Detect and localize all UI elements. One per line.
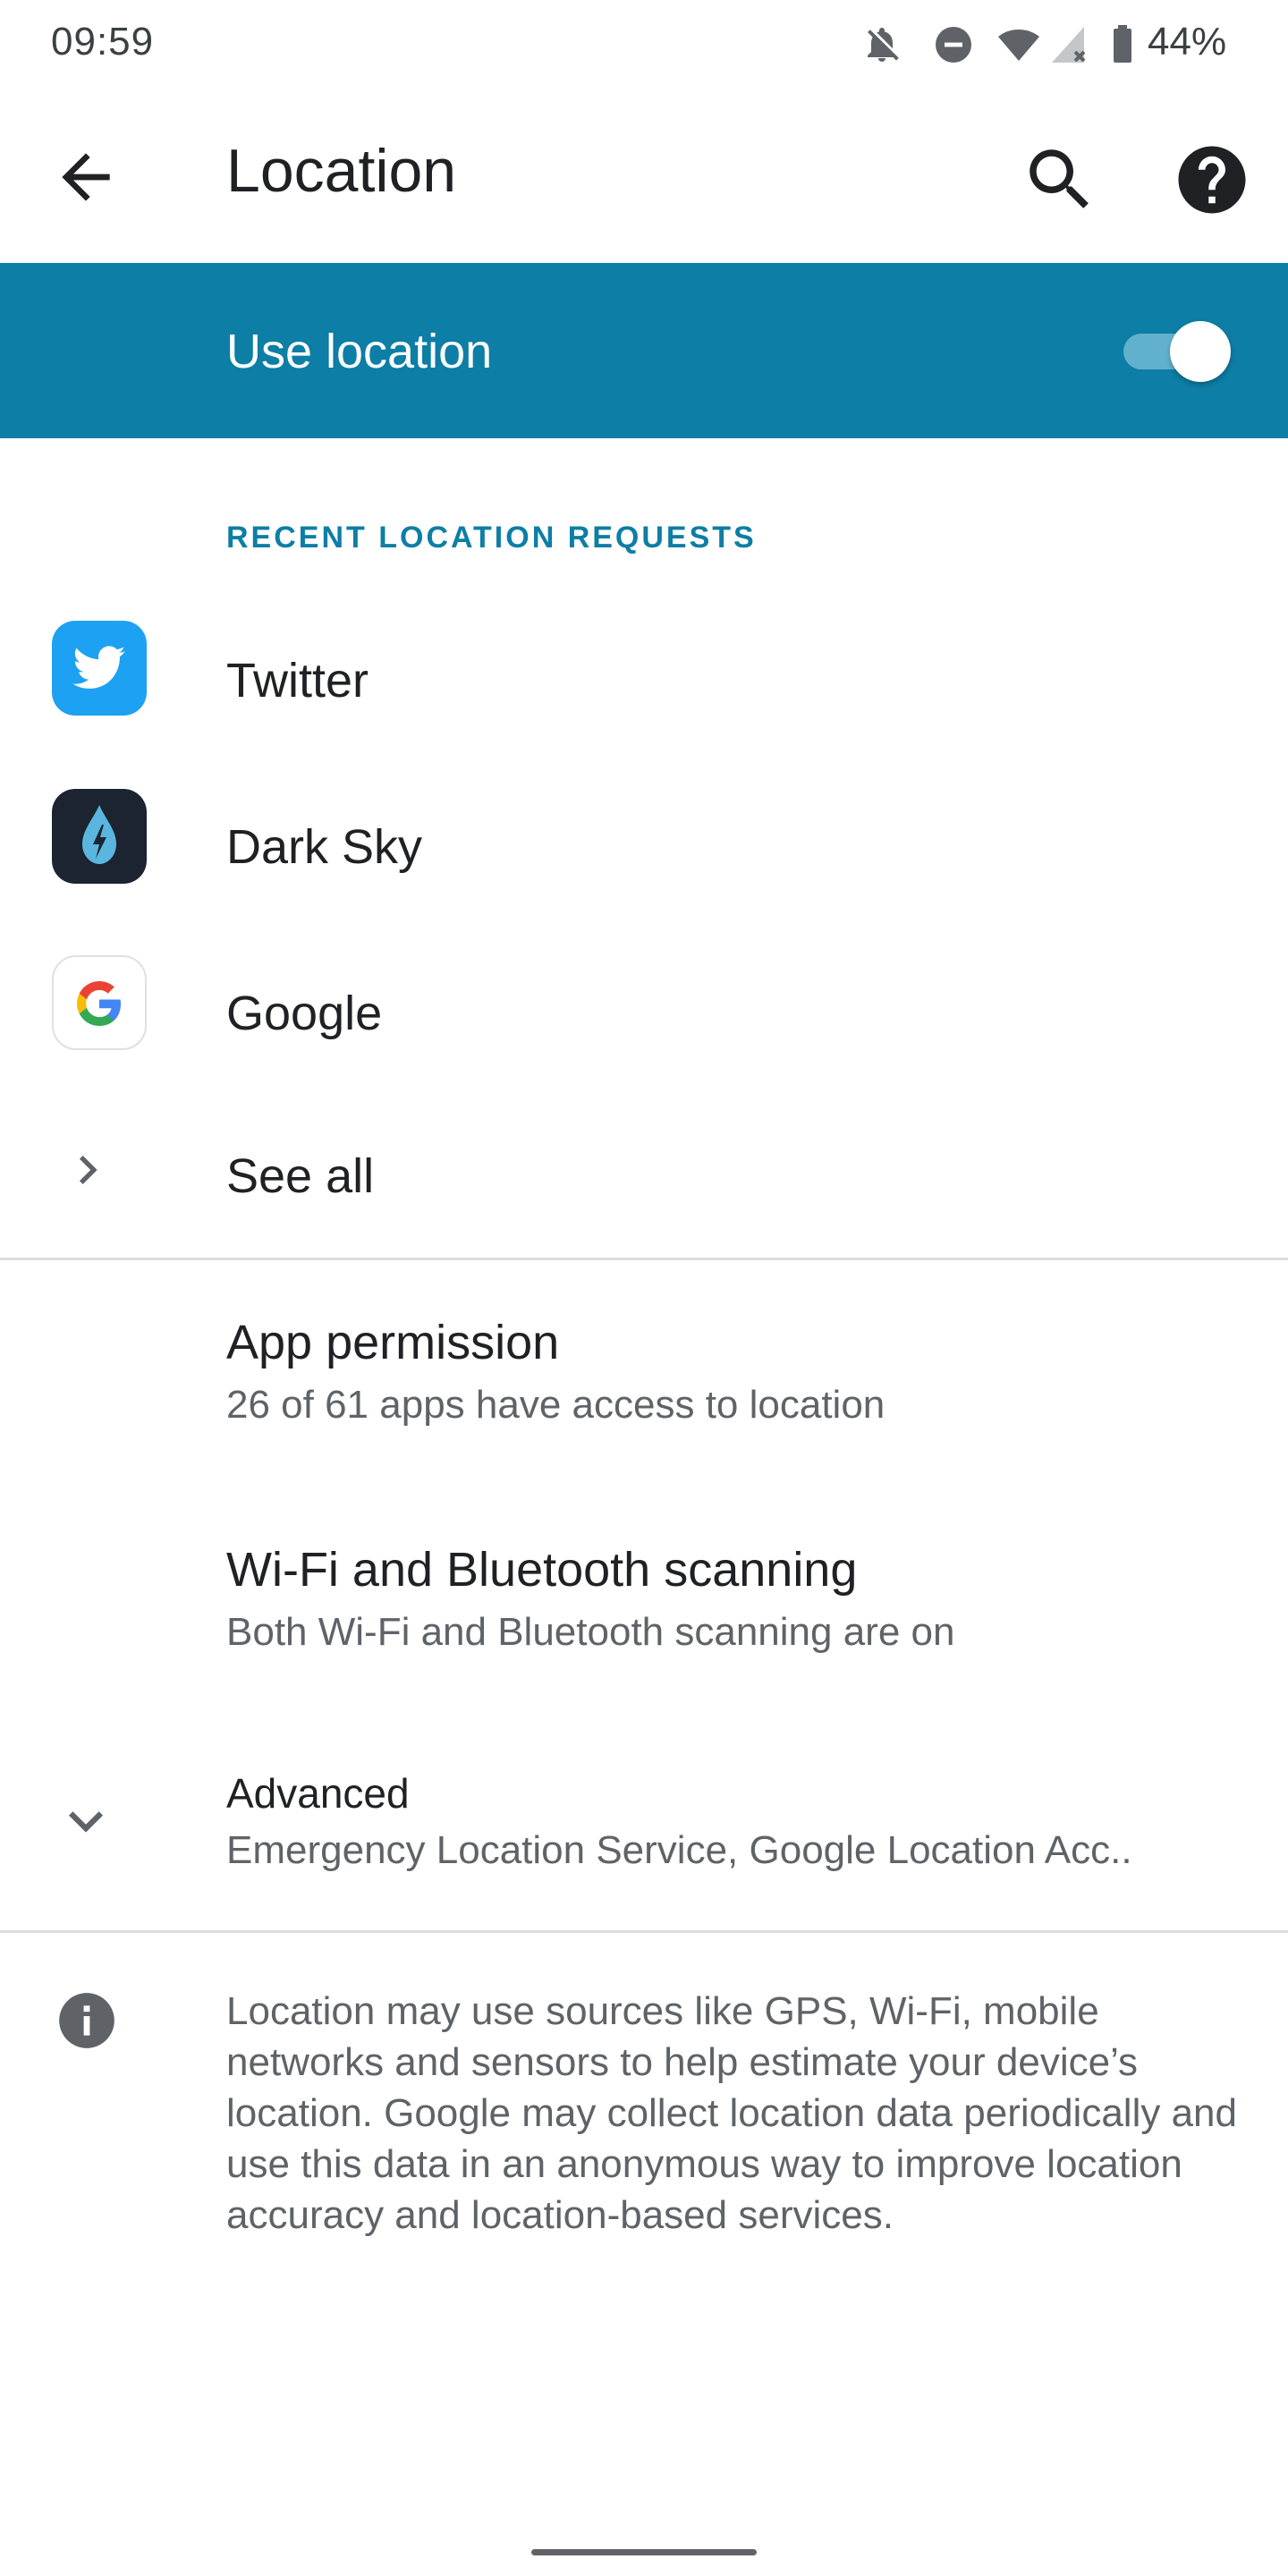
app-permission-row[interactable]: App permission 26 of 61 apps have access… <box>0 1261 1288 1488</box>
chevron-right-icon <box>79 1156 97 1184</box>
back-arrow-icon[interactable] <box>50 141 122 213</box>
use-location-label: Use location <box>226 325 493 378</box>
list-item-google[interactable]: Google <box>0 934 1288 1104</box>
app-permission-title: App permission <box>226 1316 560 1369</box>
signal-no-data-icon <box>1052 27 1086 63</box>
see-all-label: See all <box>226 1149 375 1203</box>
help-icon[interactable] <box>1172 140 1252 220</box>
search-icon[interactable] <box>1020 140 1100 220</box>
app-bar: Location <box>0 89 1288 263</box>
status-bar: 09:59 44% <box>0 0 1288 89</box>
info-icon <box>59 1993 114 2048</box>
page-title: Location <box>226 137 457 205</box>
advanced-title: Advanced <box>226 1770 410 1817</box>
do-not-disturb-icon <box>936 27 971 63</box>
scanning-title: Wi-Fi and Bluetooth scanning <box>226 1543 858 1597</box>
app-label-google: Google <box>226 987 383 1040</box>
status-time: 09:59 <box>51 20 155 64</box>
chevron-down-icon <box>69 1811 103 1833</box>
google-icon <box>52 955 147 1050</box>
scanning-subtitle: Both Wi-Fi and Bluetooth scanning are on <box>226 1610 955 1654</box>
twitter-icon <box>52 621 147 716</box>
battery-percentage: 44% <box>1148 20 1227 64</box>
list-item-dark-sky[interactable]: Dark Sky <box>0 766 1288 934</box>
battery-icon <box>1114 25 1131 63</box>
list-item-twitter[interactable]: Twitter <box>0 601 1288 766</box>
app-label-dark-sky: Dark Sky <box>226 820 423 874</box>
app-permission-subtitle: 26 of 61 apps have access to location <box>226 1383 886 1427</box>
scanning-row[interactable]: Wi-Fi and Bluetooth scanning Both Wi-Fi … <box>0 1488 1288 1716</box>
notifications-off-icon <box>868 28 899 62</box>
toggle-thumb <box>1170 321 1231 382</box>
dark-sky-icon <box>52 789 147 884</box>
gesture-navigation-handle[interactable] <box>531 2549 757 2555</box>
use-location-switch-bar[interactable]: Use location <box>0 263 1288 438</box>
use-location-toggle[interactable] <box>1123 321 1231 382</box>
see-all-row[interactable]: See all <box>0 1104 1288 1258</box>
divider <box>0 1258 1288 1260</box>
section-header-recent-requests: RECENT LOCATION REQUESTS <box>226 521 757 555</box>
advanced-subtitle: Emergency Location Service, Google Locat… <box>226 1828 1132 1872</box>
divider <box>0 1930 1288 1933</box>
app-label-twitter: Twitter <box>226 654 369 708</box>
wifi-icon <box>998 30 1039 61</box>
location-info-text: Location may use sources like GPS, Wi-Fi… <box>226 1989 1237 2237</box>
advanced-row[interactable]: Advanced Emergency Location Service, Goo… <box>0 1716 1288 1930</box>
